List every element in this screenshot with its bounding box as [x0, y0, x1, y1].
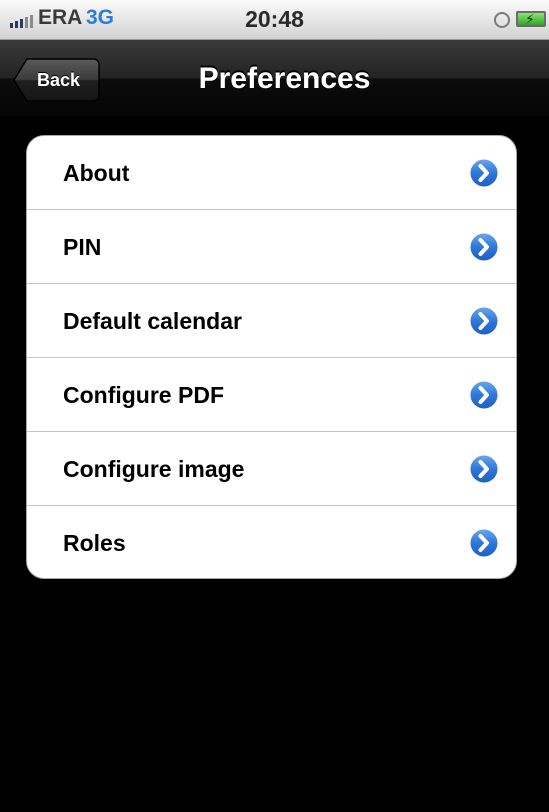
list-item-pin[interactable]: PIN — [27, 210, 516, 284]
disclosure-chevron-icon[interactable] — [468, 379, 500, 411]
disclosure-chevron-icon[interactable] — [468, 157, 500, 189]
disclosure-chevron-icon[interactable] — [468, 305, 500, 337]
disclosure-chevron-icon[interactable] — [468, 453, 500, 485]
battery-charging-icon: ⚡ — [516, 11, 546, 27]
list-item-label: Configure PDF — [63, 382, 224, 408]
list-item-label: PIN — [63, 234, 102, 260]
navigation-bar: Preferences Back — [0, 40, 549, 117]
status-time: 20:48 — [245, 6, 304, 32]
list-item-label: Roles — [63, 530, 126, 556]
preferences-list: About PIN Default calendar Configure PDF — [26, 135, 517, 579]
disclosure-chevron-icon[interactable] — [468, 527, 500, 559]
back-button[interactable]: Back — [13, 58, 100, 102]
list-item-about[interactable]: About — [27, 136, 516, 210]
disclosure-chevron-icon[interactable] — [468, 231, 500, 263]
alarm-icon — [494, 12, 510, 28]
preferences-screen: ERA 3G 20:48 ⚡ Preferences Back About PI… — [0, 0, 549, 812]
status-bar: ERA 3G 20:48 ⚡ — [0, 0, 549, 40]
list-item-label: Configure image — [63, 456, 245, 482]
back-button-label: Back — [37, 70, 81, 90]
list-item-configure-pdf[interactable]: Configure PDF — [27, 358, 516, 432]
list-item-roles[interactable]: Roles — [27, 506, 516, 578]
list-item-default-calendar[interactable]: Default calendar — [27, 284, 516, 358]
list-item-label: Default calendar — [63, 308, 242, 334]
list-item-label: About — [63, 160, 130, 186]
list-item-configure-image[interactable]: Configure image — [27, 432, 516, 506]
